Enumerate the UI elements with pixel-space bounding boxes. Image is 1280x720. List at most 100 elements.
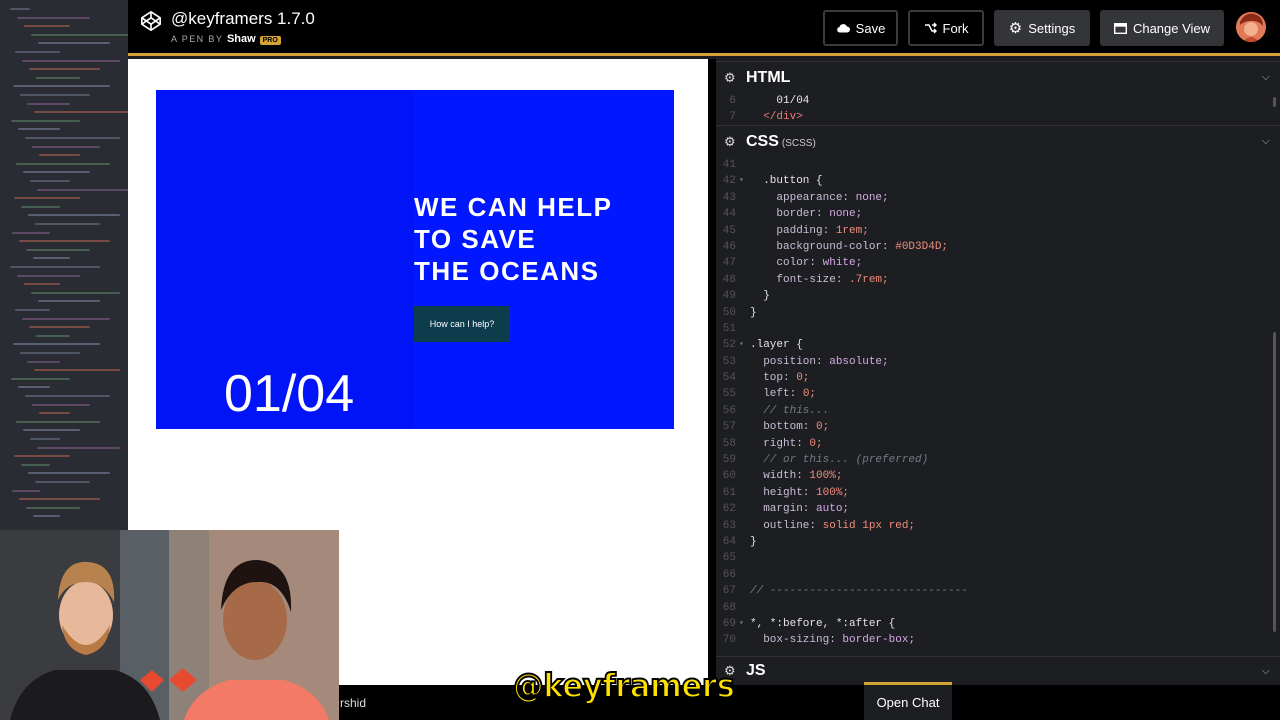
fold-arrow-icon[interactable]: ▾ — [739, 337, 744, 353]
js-pane-header[interactable]: ⚙ JS ⌵ — [716, 656, 1280, 685]
chevron-down-icon[interactable]: ⌵ — [1262, 71, 1270, 84]
code-text: } — [750, 290, 770, 303]
fold-arrow-icon[interactable]: ▾ — [739, 173, 744, 189]
blurred-code-line — [20, 352, 80, 354]
open-chat-button[interactable]: Open Chat — [864, 682, 952, 720]
line-number: 57 — [722, 421, 736, 434]
code-text: margin: auto; — [750, 503, 850, 516]
blurred-code-line — [13, 85, 110, 88]
css-editor[interactable]: 41 42 ▾ .button {43 appearance: none; 44 bo… — [716, 157, 1280, 655]
blurred-code-line — [18, 386, 50, 389]
code-line[interactable]: 46 background-color: #0D3D4D; — [716, 239, 1280, 255]
blurred-code-line — [17, 274, 80, 277]
blurred-code-line — [35, 481, 90, 483]
code-line[interactable]: 51 — [716, 321, 1280, 337]
code-line[interactable]: 47 color: white; — [716, 255, 1280, 271]
code-line[interactable]: 70 box-sizing: border-box; — [716, 632, 1280, 648]
code-text: } — [750, 535, 757, 548]
gear-icon: ⚙ — [1008, 20, 1023, 37]
help-button[interactable]: How can I help? — [414, 306, 510, 342]
code-text: *, *:before, *:after { — [750, 617, 896, 630]
blurred-code-line — [12, 231, 50, 234]
code-line[interactable]: 41 — [716, 157, 1280, 173]
blurred-code-line — [22, 317, 110, 320]
fork-button[interactable]: Fork — [908, 10, 984, 46]
code-text: outline: solid 1px red; — [750, 519, 916, 532]
line-number: 66 — [722, 568, 736, 581]
line-number: 50 — [722, 306, 736, 319]
blurred-code-line — [29, 68, 100, 71]
code-line[interactable]: 67 // ------------------------------ — [716, 583, 1280, 599]
code-line[interactable]: 49 } — [716, 288, 1280, 304]
code-line[interactable]: 42 ▾ .button { — [716, 173, 1280, 189]
code-line[interactable]: 61 height: 100%; — [716, 485, 1280, 501]
code-text: right: 0; — [750, 437, 823, 450]
code-line[interactable]: 62 margin: auto; — [716, 501, 1280, 517]
code-line[interactable]: 6 01/04 — [716, 93, 1280, 109]
blurred-code-line — [37, 188, 128, 191]
line-number: 54 — [722, 372, 736, 385]
cloud-icon — [836, 24, 850, 33]
code-line[interactable]: 43 appearance: none; — [716, 190, 1280, 206]
code-line[interactable]: 57 bottom: 0; — [716, 419, 1280, 435]
chevron-down-icon[interactable]: ⌵ — [1262, 665, 1270, 678]
code-text: top: 0; — [750, 372, 810, 385]
code-line[interactable]: 48 font-size: .7rem; — [716, 272, 1280, 288]
blurred-code-line — [16, 162, 110, 165]
css-preprocessor-label: (SCSS) — [781, 137, 816, 149]
chevron-down-icon[interactable]: ⌵ — [1262, 135, 1270, 148]
code-line[interactable]: 65 — [716, 550, 1280, 566]
blurred-code-line — [31, 33, 128, 36]
code-line[interactable]: 50} — [716, 305, 1280, 321]
pane-resize-handle[interactable] — [708, 59, 716, 685]
css-scrollbar[interactable] — [1273, 332, 1276, 632]
gear-icon[interactable]: ⚙ — [724, 70, 736, 86]
line-number: 68 — [722, 601, 736, 614]
code-line[interactable]: 64} — [716, 534, 1280, 550]
line-number: 6 — [729, 95, 736, 107]
code-line[interactable]: 55 left: 0; — [716, 386, 1280, 402]
fold-arrow-icon[interactable]: ▾ — [739, 616, 744, 632]
code-line[interactable]: 60 width: 100%; — [716, 468, 1280, 484]
code-line[interactable]: 56 // this... — [716, 403, 1280, 419]
code-line[interactable]: 53 position: absolute; — [716, 354, 1280, 370]
code-line[interactable]: 44 border: none; — [716, 206, 1280, 222]
blurred-code-line — [25, 395, 110, 397]
code-line[interactable]: 66 — [716, 567, 1280, 583]
pro-badge: PRO — [259, 36, 281, 45]
save-button[interactable]: Save — [823, 10, 898, 46]
html-scrollbar[interactable] — [1273, 97, 1276, 107]
fork-icon — [924, 22, 937, 34]
blurred-code-line — [19, 498, 100, 501]
keyframers-watermark: @keyframers — [512, 665, 736, 706]
slide-left-panel: 01/04 — [156, 90, 414, 429]
html-pane-header[interactable]: ⚙ HTML ⌵ — [716, 61, 1280, 93]
code-line[interactable]: 54 top: 0; — [716, 370, 1280, 386]
code-line[interactable]: 63 outline: solid 1px red; — [716, 518, 1280, 534]
code-text: .layer { — [750, 339, 803, 352]
author-link[interactable]: Shaw — [227, 33, 256, 45]
user-avatar[interactable] — [1236, 12, 1266, 42]
codepen-logo-icon[interactable] — [140, 10, 162, 32]
code-line[interactable]: 58 right: 0; — [716, 436, 1280, 452]
slide-heading-line: WE CAN HELP — [414, 192, 613, 222]
code-line[interactable]: 7 </div> — [716, 109, 1280, 125]
code-line[interactable]: 69 ▾ *, *:before, *:after { — [716, 616, 1280, 632]
html-pane-title: HTML — [746, 68, 791, 86]
code-line[interactable]: 52 ▾ .layer { — [716, 337, 1280, 353]
change-view-button[interactable]: Change View — [1100, 10, 1224, 46]
settings-button[interactable]: ⚙ Settings — [994, 10, 1090, 46]
css-pane-header[interactable]: ⚙ CSS (SCSS) ⌵ — [716, 125, 1280, 157]
gear-icon[interactable]: ⚙ — [724, 134, 736, 150]
blurred-code-line — [12, 489, 40, 492]
code-line[interactable]: 45 padding: 1rem; — [716, 223, 1280, 239]
css-title-text: CSS — [746, 132, 779, 150]
blurred-code-line — [20, 94, 90, 96]
blurred-code-line — [24, 283, 60, 286]
code-line[interactable]: 68 — [716, 600, 1280, 616]
blurred-code-line — [23, 429, 80, 432]
code-line[interactable]: 59 // or this... (preferred) — [716, 452, 1280, 468]
line-number: 61 — [722, 486, 736, 499]
html-editor[interactable]: 6 01/04 7 </div> — [716, 93, 1280, 125]
pen-title[interactable]: @keyframers 1.7.0 — [171, 9, 315, 29]
